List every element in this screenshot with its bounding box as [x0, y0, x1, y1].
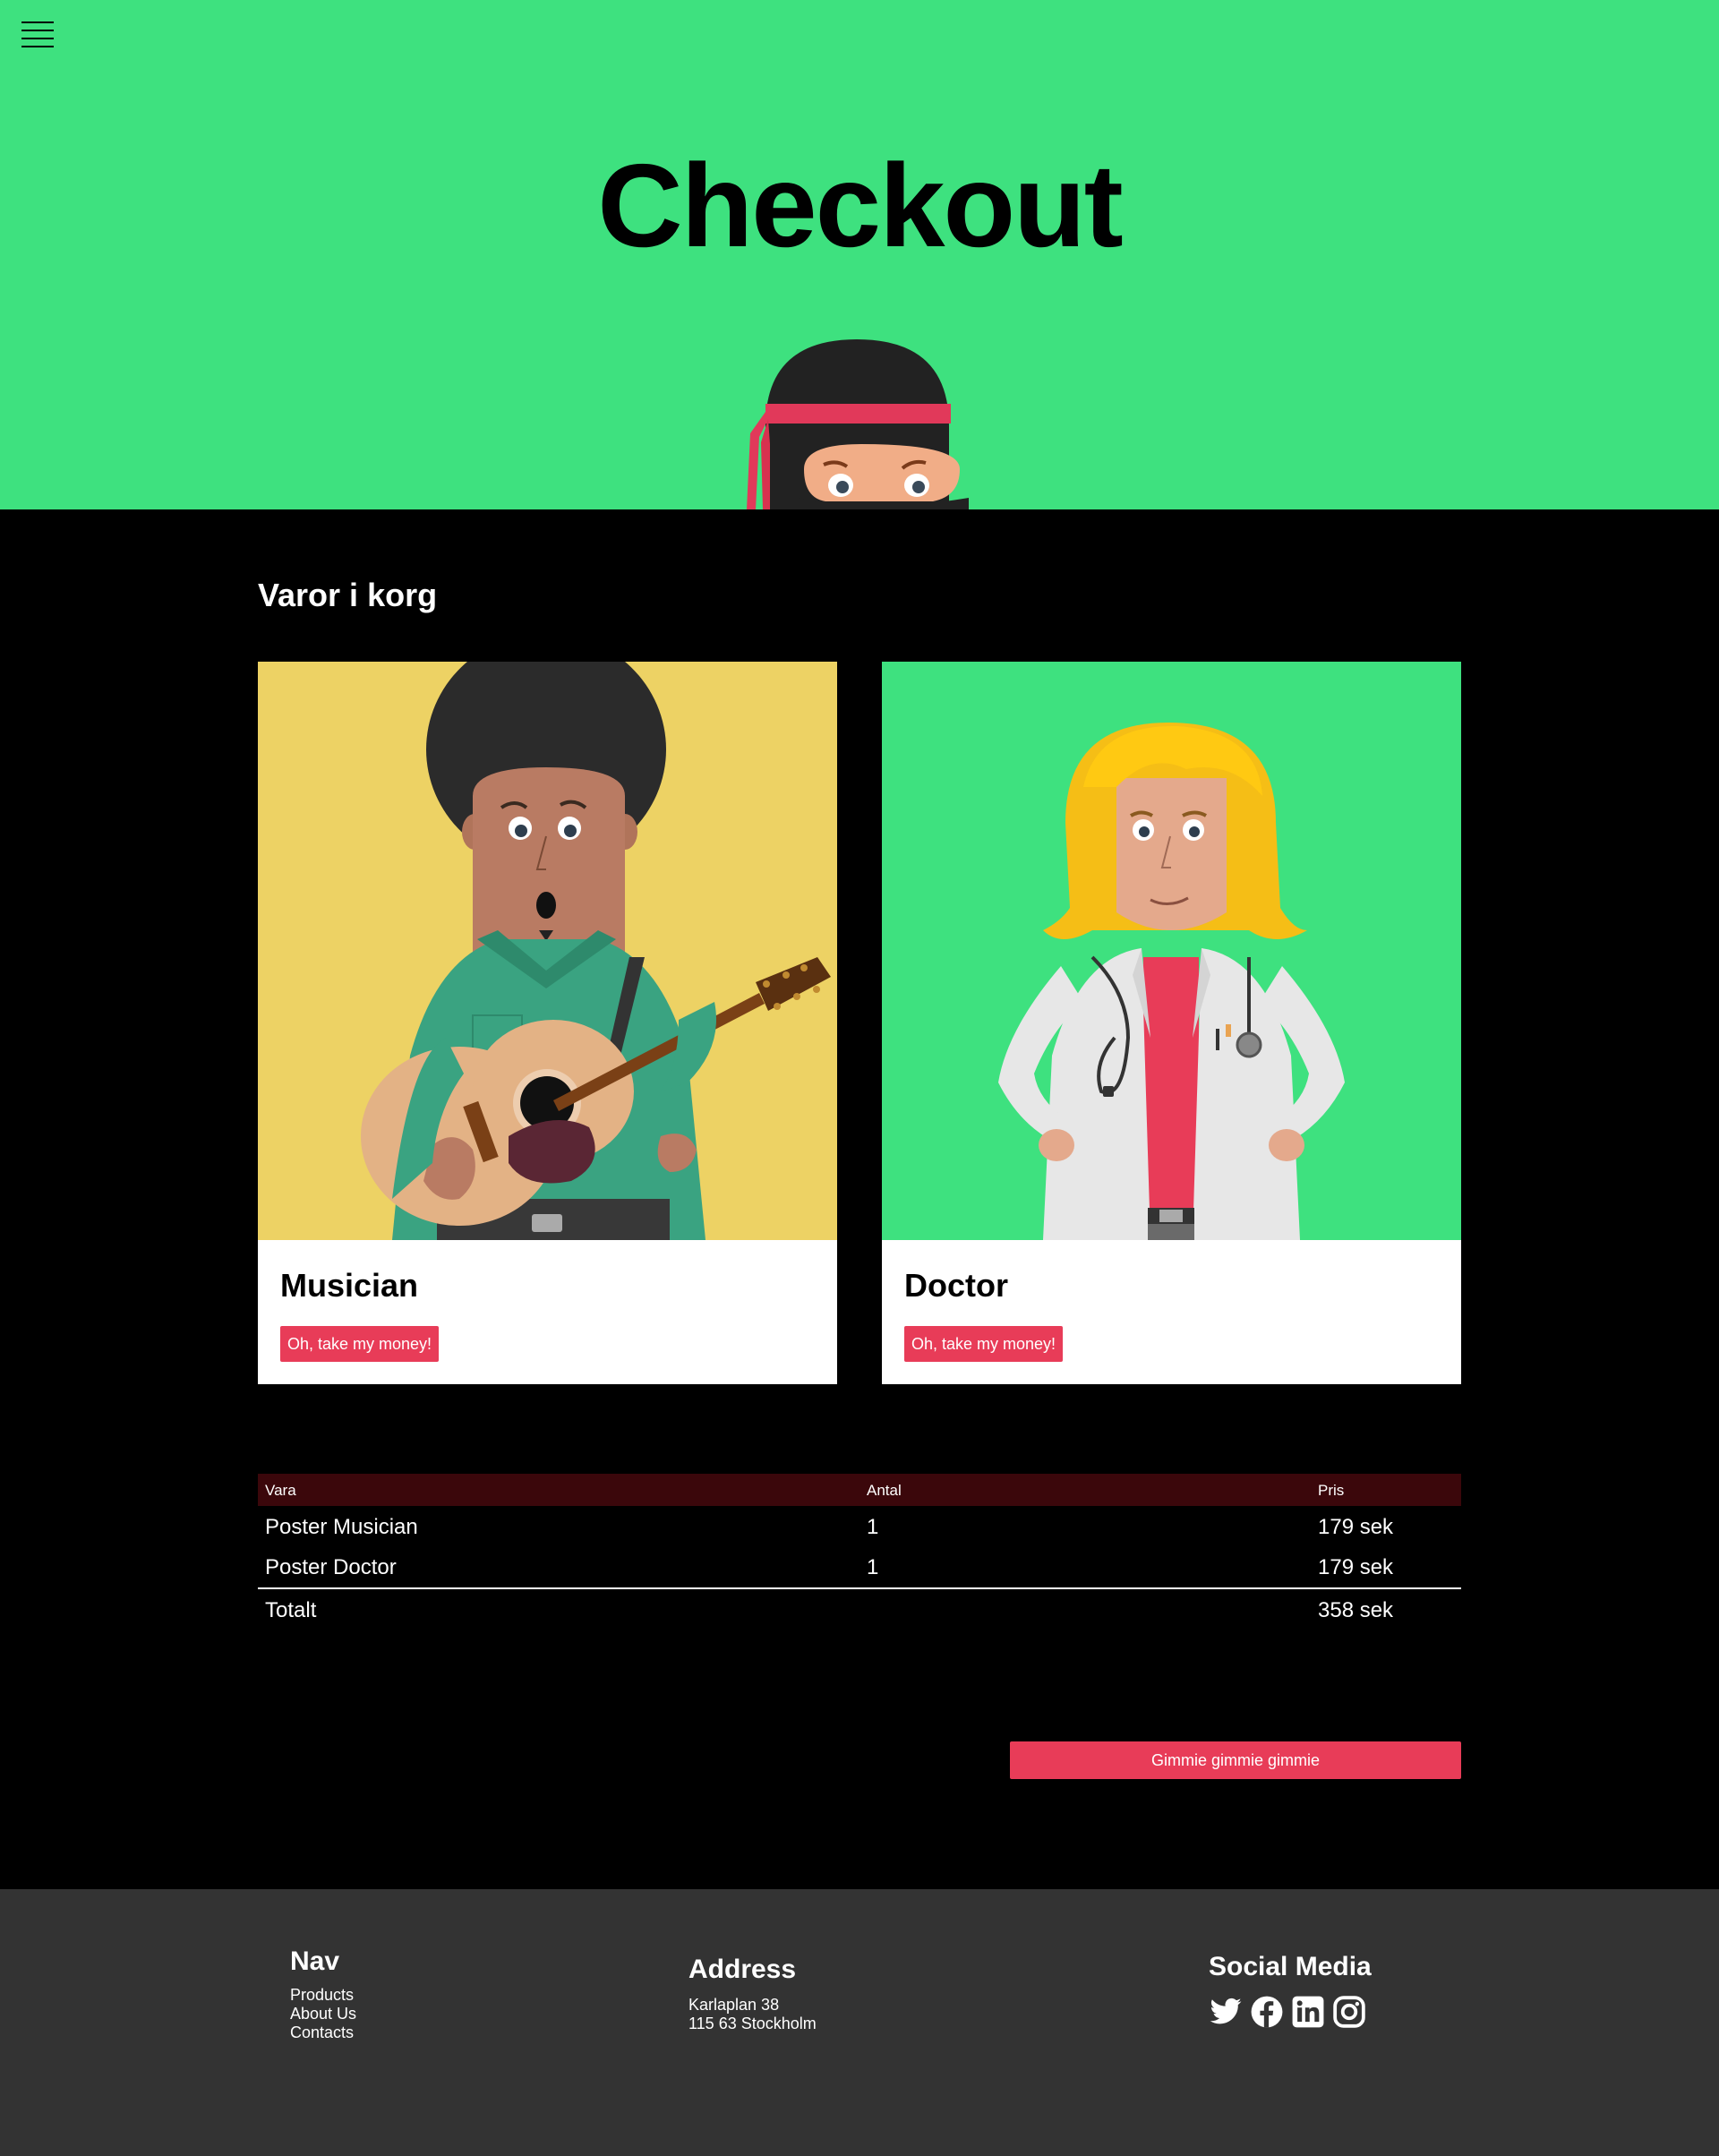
- footer-link-products[interactable]: Products: [290, 1986, 354, 2004]
- table-header-row: Vara Antal Pris: [258, 1474, 1461, 1506]
- footer-link-item: About Us: [290, 2005, 356, 2023]
- footer-link-item: Contacts: [290, 2023, 356, 2042]
- footer-nav-list: Products About Us Contacts: [290, 1986, 356, 2042]
- address-line-1: Karlaplan 38: [688, 1996, 780, 2014]
- product-title: Doctor: [904, 1267, 1008, 1304]
- product-card-musician: Musician Oh, take my money!: [258, 662, 837, 1384]
- social-icons: [1209, 1995, 1372, 2029]
- cell-antal: 1: [867, 1555, 879, 1579]
- cell-pris: 179 sek: [1318, 1555, 1394, 1579]
- cell-antal: 1: [867, 1515, 879, 1539]
- musician-poster-image: [258, 662, 837, 1240]
- cart-table: Vara Antal Pris Poster Musician 1 179 se…: [258, 1474, 1461, 1628]
- footer-social: Social Media: [1209, 1952, 1372, 2029]
- column-header-vara: Vara: [265, 1482, 296, 1499]
- ninja-illustration: [747, 339, 969, 509]
- buy-doctor-button[interactable]: Oh, take my money!: [904, 1326, 1063, 1362]
- address-text: Karlaplan 38 115 63 Stockholm: [688, 1996, 817, 2033]
- product-card-doctor: Doctor Oh, take my money!: [882, 662, 1461, 1384]
- cart-heading: Varor i korg: [258, 577, 438, 613]
- hero-header: Checkout: [0, 0, 1719, 509]
- column-header-antal: Antal: [867, 1482, 902, 1499]
- total-label: Totalt: [265, 1598, 317, 1622]
- checkout-button[interactable]: Gimmie gimmie gimmie: [1010, 1741, 1461, 1779]
- total-price: 358 sek: [1318, 1598, 1394, 1622]
- footer: Nav Products About Us Contacts Address K…: [0, 1889, 1719, 2156]
- footer-social-heading: Social Media: [1209, 1952, 1372, 1981]
- footer-nav-heading: Nav: [290, 1946, 340, 1976]
- footer-address-heading: Address: [688, 1955, 797, 1984]
- product-title: Musician: [280, 1267, 419, 1304]
- total-row: Totalt 358 sek: [258, 1587, 1461, 1628]
- table-row: Poster Musician 1 179 sek: [258, 1506, 1461, 1546]
- table-row: Poster Doctor 1 179 sek: [258, 1546, 1461, 1587]
- doctor-poster-image: [882, 662, 1461, 1240]
- instagram-icon[interactable]: [1332, 1995, 1366, 2029]
- footer-address: Address Karlaplan 38 115 63 Stockholm: [688, 1955, 817, 2033]
- cell-vara: Poster Doctor: [265, 1555, 397, 1579]
- twitter-icon[interactable]: [1209, 1995, 1243, 2029]
- column-header-pris: Pris: [1318, 1482, 1345, 1499]
- address-line-2: 115 63 Stockholm: [688, 2015, 817, 2032]
- linkedin-icon[interactable]: [1291, 1995, 1325, 2029]
- footer-nav: Nav Products About Us Contacts: [290, 1946, 356, 2042]
- footer-link-contacts[interactable]: Contacts: [290, 2023, 354, 2041]
- buy-musician-button[interactable]: Oh, take my money!: [280, 1326, 439, 1362]
- footer-link-item: Products: [290, 1986, 356, 2005]
- footer-link-about[interactable]: About Us: [290, 2005, 356, 2023]
- cell-pris: 179 sek: [1318, 1515, 1394, 1539]
- page-title: Checkout: [597, 140, 1123, 271]
- hamburger-menu-icon[interactable]: [21, 21, 56, 50]
- facebook-icon[interactable]: [1250, 1995, 1284, 2029]
- cell-vara: Poster Musician: [265, 1515, 418, 1539]
